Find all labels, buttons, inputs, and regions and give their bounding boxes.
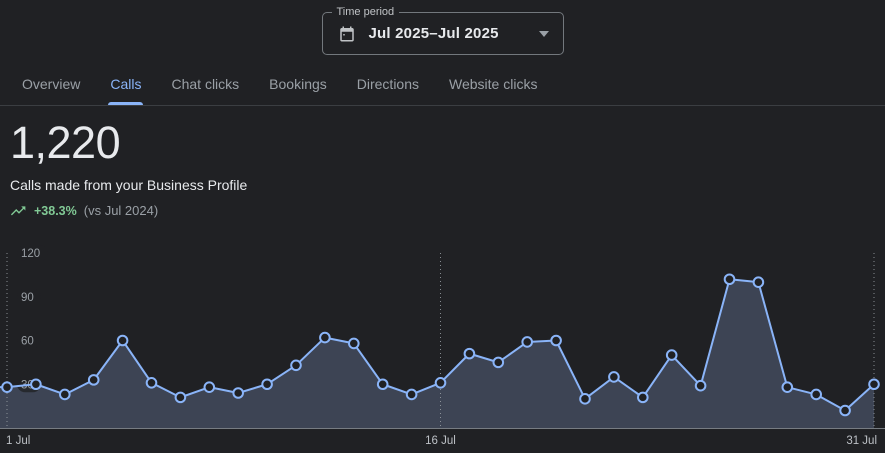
chart-point-day-11[interactable]: [291, 360, 301, 370]
chart-point-day-14[interactable]: [378, 379, 388, 389]
chart-point-day-2[interactable]: [31, 379, 41, 389]
calls-area-chart: 3060901201 Jul16 Jul31 Jul: [0, 245, 885, 450]
metric-value: 1,220: [10, 116, 247, 170]
x-tick-label: 1 Jul: [6, 435, 30, 447]
chart-point-day-3[interactable]: [60, 390, 70, 400]
chart-point-day-18[interactable]: [494, 358, 504, 368]
x-tick-label: 31 Jul: [846, 435, 877, 447]
chart-point-day-21[interactable]: [580, 394, 590, 404]
x-tick-label: 16 Jul: [425, 435, 456, 447]
metric-tabbar: Overview Calls Chat clicks Bookings Dire…: [0, 71, 885, 106]
tab-calls[interactable]: Calls: [108, 76, 143, 105]
chart-point-day-5[interactable]: [118, 336, 128, 346]
trend-percentage: +38.3%: [34, 204, 77, 218]
chart-point-day-23[interactable]: [638, 393, 648, 403]
chart-point-day-13[interactable]: [349, 339, 359, 349]
calendar-icon: [338, 25, 356, 43]
tab-directions[interactable]: Directions: [355, 76, 421, 105]
chart-point-day-17[interactable]: [465, 349, 475, 359]
chart-point-day-10[interactable]: [262, 379, 272, 389]
chart-point-day-29[interactable]: [811, 390, 821, 400]
chart-point-day-1[interactable]: [2, 382, 12, 392]
chart-point-day-6[interactable]: [147, 378, 157, 388]
y-tick-label: 90: [21, 292, 34, 304]
chart-point-day-7[interactable]: [176, 393, 186, 403]
chart-point-day-19[interactable]: [522, 337, 532, 347]
chart-point-day-20[interactable]: [551, 336, 561, 346]
tab-chat-clicks[interactable]: Chat clicks: [169, 76, 241, 105]
trend-row: +38.3% (vs Jul 2024): [10, 203, 247, 218]
metric-description: Calls made from your Business Profile: [10, 177, 247, 193]
chart-point-day-16[interactable]: [436, 378, 446, 388]
trending-up-icon: [10, 205, 27, 216]
chart-point-day-15[interactable]: [407, 390, 417, 400]
trend-comparison: (vs Jul 2024): [84, 203, 158, 218]
chart-point-day-30[interactable]: [840, 406, 850, 416]
tab-bookings[interactable]: Bookings: [267, 76, 329, 105]
caret-down-icon: [539, 31, 549, 37]
y-tick-label: 120: [21, 248, 40, 260]
chart-point-day-26[interactable]: [725, 274, 735, 284]
y-tick-label: 60: [21, 336, 34, 348]
time-period-value: Jul 2025–Jul 2025: [369, 25, 499, 42]
time-period-select[interactable]: Time period Jul 2025–Jul 2025: [322, 12, 564, 55]
tab-website-clicks[interactable]: Website clicks: [447, 76, 539, 105]
chart-point-day-27[interactable]: [754, 277, 764, 287]
chart-point-day-22[interactable]: [609, 372, 619, 382]
chart-point-day-4[interactable]: [89, 375, 99, 385]
chart-point-day-25[interactable]: [696, 381, 706, 391]
chart-point-day-31[interactable]: [869, 379, 879, 389]
time-period-label: Time period: [332, 5, 400, 19]
tab-overview[interactable]: Overview: [20, 76, 82, 105]
chart-point-day-28[interactable]: [783, 382, 793, 392]
chart-point-day-12[interactable]: [320, 333, 330, 343]
chart-point-day-8[interactable]: [205, 382, 215, 392]
chart-point-day-24[interactable]: [667, 350, 677, 360]
chart-point-day-9[interactable]: [233, 388, 243, 398]
metric-header: 1,220 Calls made from your Business Prof…: [10, 116, 247, 218]
